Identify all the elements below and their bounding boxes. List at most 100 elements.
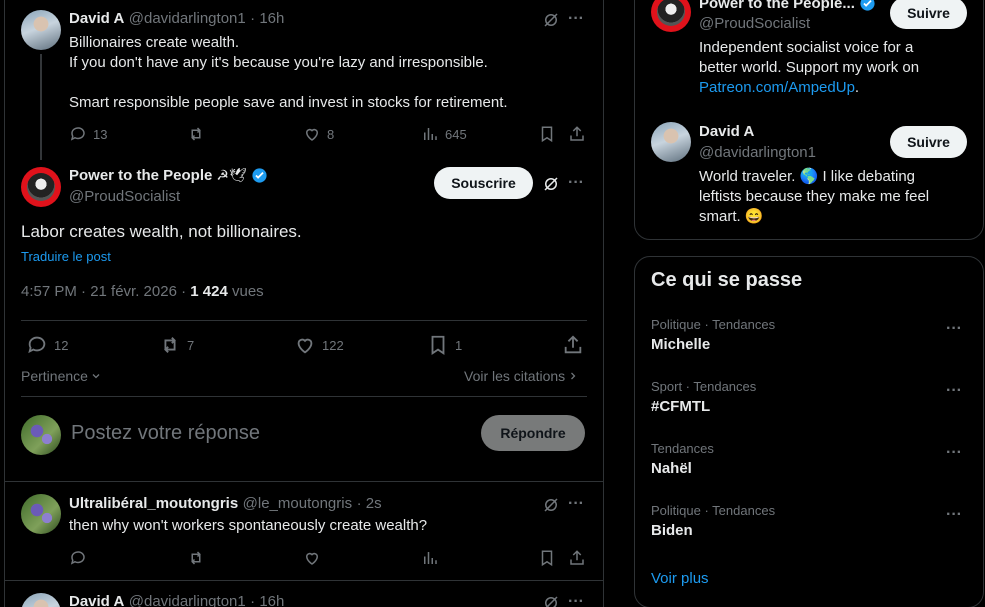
reply-button[interactable]: 13 [69,125,107,143]
bookmark-icon [427,334,449,356]
grok-icon[interactable] [542,175,560,193]
person-name[interactable]: David A [699,123,754,140]
post-text-line: If you don't have any it's because you'r… [69,54,488,71]
more-icon[interactable]: ··· [568,495,584,513]
author-name[interactable]: David A [69,593,124,607]
avatar [21,415,61,455]
follow-button[interactable]: Suivre [890,126,967,158]
person-name[interactable]: Power to the People... [699,0,855,12]
avatar[interactable] [21,167,61,207]
reply-input[interactable]: Postez votre réponse [71,422,260,445]
like-button[interactable]: 8 [303,125,334,143]
share-icon[interactable] [568,125,586,143]
views-button[interactable]: 645 [421,125,467,143]
subscribe-button[interactable]: Souscrire [434,167,533,199]
person-handle[interactable]: @davidarlington1 [699,144,816,161]
post-header: David A @davidarlington1 · 16h [69,593,284,607]
chevron-down-icon [90,370,102,382]
author-handle[interactable]: @davidarlington1 [129,10,246,27]
post-timestamp[interactable]: 4:57 PM · 21 févr. 2026 · [21,283,190,300]
heart-icon [303,125,321,143]
chevron-right-icon [567,370,579,382]
reply-submit-button[interactable]: Répondre [481,415,585,451]
repost-button[interactable] [187,125,205,143]
trends-card [634,256,984,607]
bio-end: . [854,79,860,96]
divider [5,580,603,581]
repost-icon [159,334,181,356]
heart-icon[interactable] [303,549,321,567]
reply-count: 13 [93,126,108,142]
share-icon[interactable] [562,334,584,356]
more-icon[interactable]: ··· [568,10,584,28]
smile-emoji-icon: 😄 [744,208,764,225]
repost-count: 7 [187,337,195,353]
author-name[interactable]: Ultralibéral_moutongris [69,495,238,512]
author-name[interactable]: David A [69,10,124,27]
views-icon[interactable] [421,549,439,567]
person-bio-line: World traveler. 🌎 I like debating [699,167,915,187]
post-text-line: Billionaires create wealth. [69,34,240,51]
divider [21,320,587,321]
sort-label: Pertinence [21,368,88,384]
more-icon[interactable]: ··· [946,382,968,400]
grok-icon[interactable] [542,594,560,607]
patreon-link[interactable]: Patreon.com/AmpedUp [699,79,855,96]
divider [5,481,603,482]
post-time[interactable]: · 16h [250,10,284,27]
more-icon[interactable]: ··· [946,444,968,462]
avatar[interactable] [21,494,61,534]
post-header: Ultralibéral_moutongris @le_moutongris ·… [69,495,382,513]
bookmark-button[interactable]: 1 [427,334,462,356]
view-quotes-link[interactable]: Voir les citations [464,368,579,384]
post-time[interactable]: · 2s [357,495,382,512]
person-handle[interactable]: @ProudSocialist [699,15,810,32]
person-bio: better world. Support my work on [699,59,920,76]
author-handle[interactable]: @davidarlington1 [129,593,246,607]
bookmark-icon[interactable] [538,549,556,567]
divider [21,396,587,397]
trend-name: Nahël [651,460,692,477]
heart-icon [294,334,316,356]
reply-button[interactable]: 12 [26,334,68,356]
trend-category: Sport · Tendances [651,379,757,394]
more-icon[interactable]: ··· [568,174,584,192]
repost-icon[interactable] [187,549,205,567]
person-bio-line: Patreon.com/AmpedUp. [699,78,859,98]
repost-icon [187,125,205,143]
avatar[interactable] [21,10,61,50]
author-name-row: Power to the People ☭🕊 [69,167,268,184]
view-count: 1 424 [190,283,228,300]
author-handle[interactable]: @le_moutongris [243,495,352,512]
view-label: vues [227,283,264,300]
verified-icon [859,0,876,12]
trend-name: Biden [651,522,693,539]
reply-icon[interactable] [69,549,87,567]
sort-dropdown[interactable]: Pertinence [21,368,102,384]
grok-icon[interactable] [542,11,560,29]
translate-link[interactable]: Traduire le post [21,249,111,264]
like-button[interactable]: 122 [294,334,344,356]
reply-icon [69,125,87,143]
avatar[interactable] [651,122,691,162]
views-icon [421,125,439,143]
trend-category: Tendances [651,441,714,456]
trend-name: #CFMTL [651,398,711,415]
post-time[interactable]: · 16h [250,593,284,607]
more-icon[interactable]: ··· [946,506,968,524]
more-icon[interactable]: ··· [946,320,968,338]
post-header: David A @davidarlington1 · 16h [69,10,284,28]
author-handle[interactable]: @ProudSocialist [69,188,180,205]
thread-line [40,54,42,160]
show-more-link[interactable]: Voir plus [651,570,709,587]
like-count: 8 [327,126,335,142]
grok-icon[interactable] [542,496,560,514]
person-bio: Independent socialist voice for a [699,39,914,56]
repost-button[interactable]: 7 [159,334,194,356]
follow-button[interactable]: Suivre [890,0,967,29]
share-icon[interactable] [568,549,586,567]
post-text: then why won't workers spontaneously cre… [69,517,428,534]
author-name[interactable]: Power to the People [69,167,212,184]
more-icon[interactable]: ··· [568,593,584,607]
bookmark-icon[interactable] [538,125,556,143]
